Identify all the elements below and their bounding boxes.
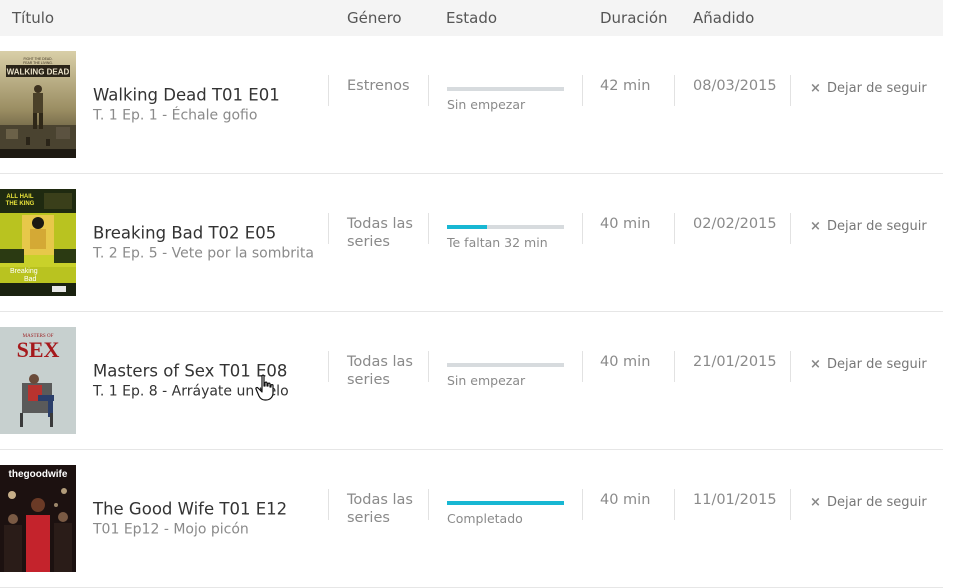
status-text: Sin empezar [447, 373, 526, 388]
divider [674, 75, 675, 106]
divider [428, 489, 429, 520]
genre: Todas las series [347, 354, 413, 388]
poster-title: Breaking [10, 268, 38, 275]
show-title[interactable]: The Good Wife T01 E12 [93, 498, 318, 519]
genre: Todas las series [347, 216, 413, 250]
divider [790, 351, 791, 382]
unfollow-label: Dejar de seguir [827, 357, 927, 372]
status-cell: Completado [447, 501, 564, 526]
table-row: thegoodwife The Good Wife T01 E12 T01 Ep… [0, 450, 943, 588]
close-icon: × [810, 219, 821, 234]
column-header-genre[interactable]: Género [347, 9, 402, 27]
divider [582, 213, 583, 244]
title-cell: Masters of Sex T01 E08 T. 1 Ep. 8 - Arrá… [93, 360, 318, 401]
divider [582, 489, 583, 520]
show-title[interactable]: Masters of Sex T01 E08 [93, 360, 318, 381]
divider [428, 351, 429, 382]
the-good-wife-poster[interactable]: thegoodwife [0, 465, 76, 572]
status-text: Sin empezar [447, 97, 526, 112]
table-row: ALL HAIL THE KING Breaking Bad Breaking … [0, 174, 943, 312]
added-date: 08/03/2015 [693, 78, 777, 94]
divider [674, 351, 675, 382]
divider [428, 75, 429, 106]
progress-bar [447, 363, 564, 367]
status-cell: Sin empezar [447, 87, 564, 112]
status-text: Completado [447, 511, 523, 526]
divider [674, 213, 675, 244]
divider [790, 75, 791, 106]
status-text: Te faltan 32 min [447, 235, 548, 250]
progress-bar [447, 87, 564, 91]
divider [328, 213, 329, 244]
divider [328, 75, 329, 106]
table-header: Título Género Estado Duración Añadido [0, 0, 943, 36]
episode-subtitle: T. 2 Ep. 5 - Vete por la sombrita [93, 245, 314, 261]
column-header-status[interactable]: Estado [446, 9, 497, 27]
added-date: 21/01/2015 [693, 354, 777, 370]
unfollow-button[interactable]: × Dejar de seguir [810, 81, 927, 96]
episode-subtitle: T01 Ep12 - Mojo picón [93, 521, 249, 537]
duration: 40 min [600, 354, 651, 370]
added-date: 02/02/2015 [693, 216, 777, 232]
status-cell: Te faltan 32 min [447, 225, 564, 250]
divider [328, 489, 329, 520]
genre: Todas las series [347, 492, 413, 526]
title-cell: Breaking Bad T02 E05 T. 2 Ep. 5 - Vete p… [93, 222, 318, 263]
close-icon: × [810, 357, 821, 372]
column-header-added[interactable]: Añadido [693, 9, 754, 27]
svg-text:FEAR THE LIVING.: FEAR THE LIVING. [23, 61, 53, 65]
poster-title: SEX [17, 337, 60, 362]
episode-subtitle: T. 1 Ep. 1 - Échale gofio [93, 107, 258, 123]
divider [790, 213, 791, 244]
masters-of-sex-poster[interactable]: MASTERS OF SEX [0, 327, 76, 434]
table-row: FIGHT THE DEAD. FEAR THE LIVING. WALKING… [0, 36, 943, 174]
svg-text:Bad: Bad [24, 276, 37, 283]
svg-text:THE KING: THE KING [6, 201, 35, 207]
poster-title: WALKING DEAD [7, 68, 70, 77]
genre: Estrenos [347, 78, 410, 94]
hand-cursor-icon [254, 374, 278, 406]
following-table: Título Género Estado Duración Añadido FI… [0, 0, 943, 588]
column-header-title[interactable]: Título [12, 9, 54, 27]
duration: 42 min [600, 78, 651, 94]
unfollow-button[interactable]: × Dejar de seguir [810, 357, 927, 372]
unfollow-label: Dejar de seguir [827, 219, 927, 234]
poster-tagline: ALL HAIL [6, 194, 34, 200]
title-cell: The Good Wife T01 E12 T01 Ep12 - Mojo pi… [93, 498, 318, 539]
progress-fill [447, 501, 564, 505]
table-row: MASTERS OF SEX Masters of Sex T01 E08 T.… [0, 312, 943, 450]
walking-dead-poster[interactable]: FIGHT THE DEAD. FEAR THE LIVING. WALKING… [0, 51, 76, 158]
added-date: 11/01/2015 [693, 492, 777, 508]
duration: 40 min [600, 216, 651, 232]
close-icon: × [810, 81, 821, 96]
column-header-duration[interactable]: Duración [600, 9, 668, 27]
unfollow-label: Dejar de seguir [827, 81, 927, 96]
progress-fill [447, 225, 487, 229]
close-icon: × [810, 495, 821, 510]
progress-bar [447, 501, 564, 505]
divider [428, 213, 429, 244]
divider [674, 489, 675, 520]
poster-title: thegoodwife [9, 469, 68, 480]
show-title[interactable]: Breaking Bad T02 E05 [93, 222, 318, 243]
divider [582, 351, 583, 382]
unfollow-button[interactable]: × Dejar de seguir [810, 219, 927, 234]
divider [328, 351, 329, 382]
unfollow-label: Dejar de seguir [827, 495, 927, 510]
title-cell: Walking Dead T01 E01 T. 1 Ep. 1 - Échale… [93, 84, 318, 125]
unfollow-button[interactable]: × Dejar de seguir [810, 495, 927, 510]
status-cell: Sin empezar [447, 363, 564, 388]
breaking-bad-poster[interactable]: ALL HAIL THE KING Breaking Bad [0, 189, 76, 296]
episode-subtitle: T. 1 Ep. 8 - Arráyate un pelo [93, 383, 289, 399]
divider [582, 75, 583, 106]
progress-bar [447, 225, 564, 229]
duration: 40 min [600, 492, 651, 508]
divider [790, 489, 791, 520]
show-title[interactable]: Walking Dead T01 E01 [93, 84, 318, 105]
